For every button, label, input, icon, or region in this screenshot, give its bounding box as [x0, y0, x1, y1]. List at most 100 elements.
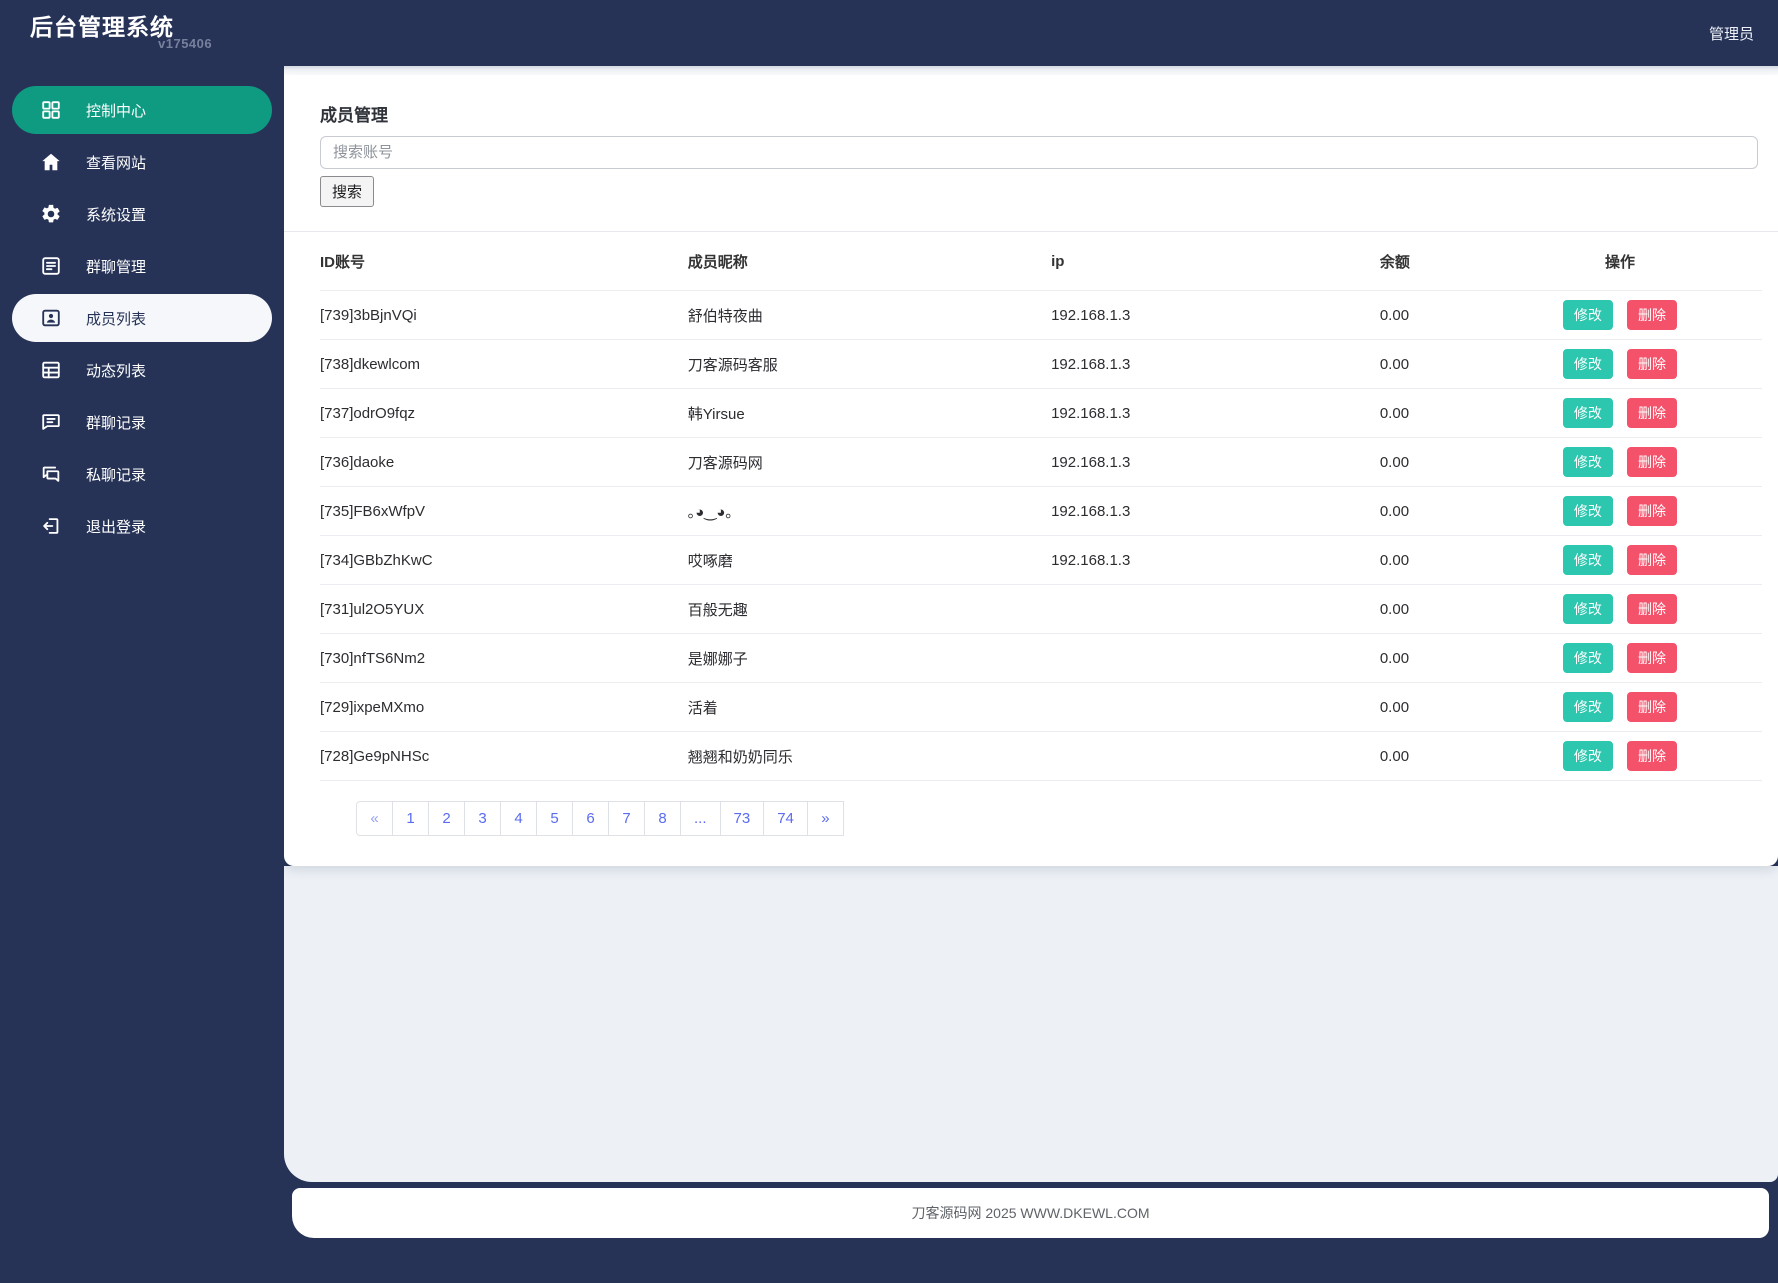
edit-button[interactable]: 修改 — [1562, 447, 1613, 477]
member-ip: 192.168.1.3 — [1051, 437, 1380, 487]
member-id: [729]ixpeMXmo — [320, 682, 688, 732]
page-link[interactable]: 8 — [644, 801, 681, 836]
page-link[interactable]: » — [806, 801, 844, 836]
edit-button[interactable]: 修改 — [1562, 643, 1613, 673]
gear-icon — [40, 203, 62, 225]
member-nick: 舒伯特夜曲 — [687, 290, 1052, 340]
sidebar-item-label: 群聊管理 — [86, 258, 147, 276]
sidebar-item-group-log[interactable]: 群聊记录 — [12, 398, 272, 446]
page-link[interactable]: 3 — [464, 801, 501, 836]
sidebar-item-private-log[interactable]: 私聊记录 — [12, 450, 272, 498]
sidebar-item-label: 私聊记录 — [86, 466, 147, 484]
table-row: [739]3bBjnVQi 舒伯特夜曲 192.168.1.3 0.00 修改 … — [320, 290, 1762, 340]
table-row: [731]ul2O5YUX 百般无趣 0.00 修改 删除 — [320, 584, 1762, 634]
table-header-row: ID账号 成员昵称 ip 余额 操作 — [320, 232, 1762, 291]
member-ip: 192.168.1.3 — [1051, 339, 1380, 389]
member-id: [736]daoke — [320, 437, 688, 487]
delete-button[interactable]: 删除 — [1627, 496, 1678, 526]
member-table: ID账号 成员昵称 ip 余额 操作 [739]3bBjnVQi 舒伯特夜曲 1… — [320, 232, 1762, 781]
member-ip — [1051, 731, 1380, 781]
delete-button[interactable]: 删除 — [1627, 398, 1678, 428]
page-link[interactable]: 74 — [763, 801, 808, 836]
delete-button[interactable]: 删除 — [1627, 741, 1678, 771]
page-link[interactable]: 6 — [572, 801, 609, 836]
member-nick: 哎啄磨 — [687, 535, 1052, 585]
search-button[interactable]: 搜索 — [320, 176, 375, 207]
member-ip: 192.168.1.3 — [1051, 486, 1380, 536]
sidebar-item-control-center[interactable]: 控制中心 — [12, 86, 272, 134]
page-link[interactable]: 4 — [500, 801, 537, 836]
sidebar-item-label: 查看网站 — [86, 154, 147, 172]
page-link[interactable]: 5 — [536, 801, 573, 836]
sidebar-item-logout[interactable]: 退出登录 — [12, 502, 272, 550]
member-header-section: 成员管理 搜索 — [284, 75, 1778, 231]
badge-icon — [40, 307, 62, 329]
page-link[interactable]: 7 — [608, 801, 645, 836]
table-row: [737]odrO9fqz 韩Yirsue 192.168.1.3 0.00 修… — [320, 388, 1762, 438]
chat-double-icon — [40, 463, 62, 485]
member-actions: 修改 删除 — [1477, 584, 1762, 634]
member-ip: 192.168.1.3 — [1051, 535, 1380, 585]
member-ip — [1051, 633, 1380, 683]
delete-button[interactable]: 删除 — [1627, 300, 1678, 330]
app-logo: 后台管理系统 v175406 — [30, 14, 213, 51]
sidebar-item-label: 系统设置 — [86, 206, 147, 224]
delete-button[interactable]: 删除 — [1627, 594, 1678, 624]
sidebar-item-label: 动态列表 — [86, 362, 147, 380]
table-row: [735]FB6xWfpV ｡◕‿◕｡ 192.168.1.3 0.00 修改 … — [320, 486, 1762, 536]
edit-button[interactable]: 修改 — [1562, 496, 1613, 526]
sidebar-item-feed-list[interactable]: 动态列表 — [12, 346, 272, 394]
member-balance: 0.00 — [1379, 339, 1478, 389]
page-link[interactable]: 2 — [428, 801, 465, 836]
col-header-id: ID账号 — [320, 232, 688, 291]
topbar: 后台管理系统 v175406 管理员 — [0, 0, 1778, 66]
member-actions: 修改 删除 — [1477, 633, 1762, 683]
admin-user-menu[interactable]: 管理员 — [1699, 15, 1764, 52]
edit-button[interactable]: 修改 — [1562, 545, 1613, 575]
member-actions: 修改 删除 — [1477, 682, 1762, 732]
table-row: [730]nfTS6Nm2 是娜娜子 0.00 修改 删除 — [320, 633, 1762, 683]
sidebar-item-label: 成员列表 — [86, 310, 147, 328]
table-icon — [40, 359, 62, 381]
delete-button[interactable]: 删除 — [1627, 349, 1678, 379]
delete-button[interactable]: 删除 — [1627, 447, 1678, 477]
home-icon — [40, 151, 62, 173]
edit-button[interactable]: 修改 — [1562, 398, 1613, 428]
member-id: [730]nfTS6Nm2 — [320, 633, 688, 683]
edit-button[interactable]: 修改 — [1562, 692, 1613, 722]
member-id: [737]odrO9fqz — [320, 388, 688, 438]
edit-button[interactable]: 修改 — [1562, 300, 1613, 330]
member-balance: 0.00 — [1379, 388, 1478, 438]
sidebar-item-settings[interactable]: 系统设置 — [12, 190, 272, 238]
edit-button[interactable]: 修改 — [1562, 741, 1613, 771]
delete-button[interactable]: 删除 — [1627, 643, 1678, 673]
page-link[interactable]: « — [356, 801, 393, 836]
main-content: 成员管理 搜索 ID账号 成员昵称 ip 余额 操作 — [284, 66, 1778, 1283]
app-title: 后台管理系统 — [30, 14, 174, 40]
sidebar-item-view-site[interactable]: 查看网站 — [12, 138, 272, 186]
sidebar: 控制中心 查看网站 系统设置 群聊管理 成员列表 动态列表 群聊记录 私聊记录 … — [0, 66, 284, 1283]
edit-button[interactable]: 修改 — [1562, 594, 1613, 624]
page-link[interactable]: 1 — [392, 801, 429, 836]
delete-button[interactable]: 删除 — [1627, 692, 1678, 722]
grid-icon — [40, 99, 62, 121]
member-nick: 刀客源码网 — [687, 437, 1052, 487]
edit-button[interactable]: 修改 — [1562, 349, 1613, 379]
app-version: v175406 — [158, 36, 213, 51]
member-ip: 192.168.1.3 — [1051, 290, 1380, 340]
sidebar-item-member-list[interactable]: 成员列表 — [12, 294, 272, 342]
page-link[interactable]: 73 — [719, 801, 765, 836]
member-id: [738]dkewlcom — [320, 339, 688, 389]
member-id: [735]FB6xWfpV — [320, 486, 688, 536]
sidebar-item-label: 控制中心 — [86, 102, 147, 120]
delete-button[interactable]: 删除 — [1627, 545, 1678, 575]
member-nick: 刀客源码客服 — [687, 339, 1052, 389]
member-id: [739]3bBjnVQi — [320, 290, 688, 340]
member-id: [731]ul2O5YUX — [320, 584, 688, 634]
member-nick: 活着 — [687, 682, 1052, 732]
member-actions: 修改 删除 — [1477, 731, 1762, 781]
page-link[interactable]: ... — [680, 801, 721, 836]
member-nick: 是娜娜子 — [687, 633, 1052, 683]
sidebar-item-group-manage[interactable]: 群聊管理 — [12, 242, 272, 290]
search-input[interactable] — [320, 136, 1758, 169]
